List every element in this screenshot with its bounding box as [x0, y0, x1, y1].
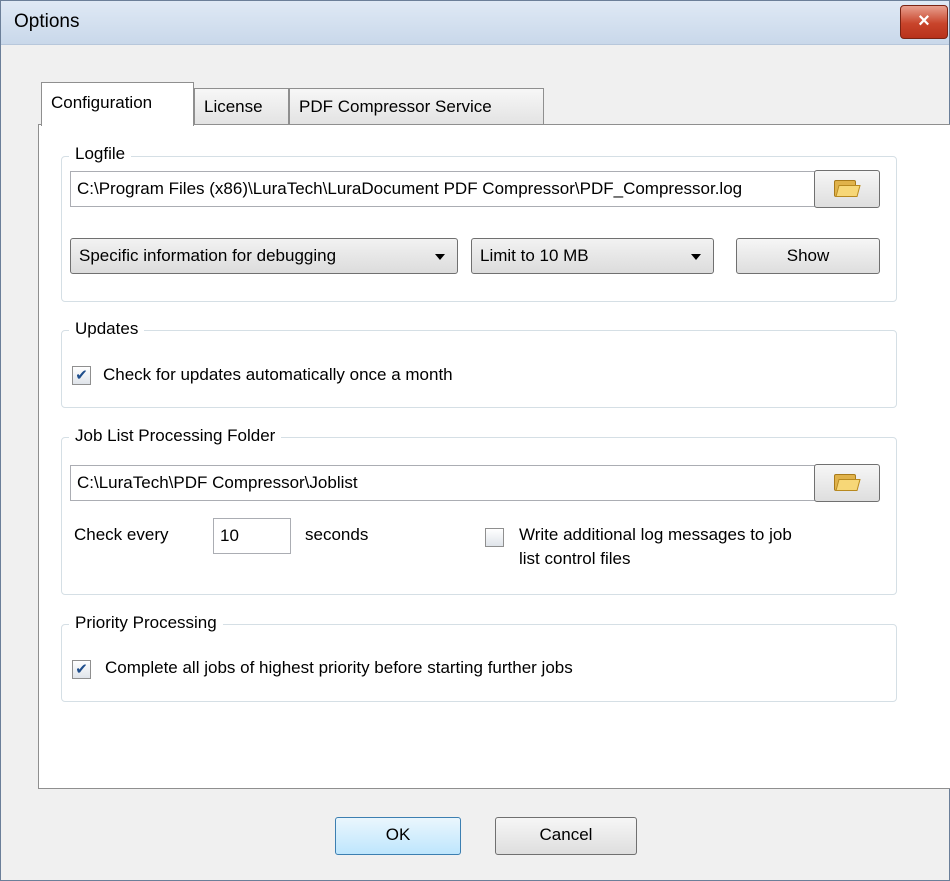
ok-button[interactable]: OK	[335, 817, 461, 855]
chevron-down-icon	[435, 254, 445, 260]
close-button[interactable]: ×	[900, 5, 948, 39]
log-level-value: Specific information for debugging	[79, 246, 337, 265]
close-icon: ×	[918, 10, 930, 32]
window-title: Options	[14, 11, 80, 32]
chevron-down-icon	[691, 254, 701, 260]
check-interval-value: 10	[220, 526, 239, 545]
logfile-browse-button[interactable]	[814, 170, 880, 208]
joblist-group	[61, 437, 897, 595]
cancel-label: Cancel	[539, 825, 593, 844]
log-size-limit-dropdown[interactable]: Limit to 10 MB	[471, 238, 714, 274]
joblist-browse-button[interactable]	[814, 464, 880, 502]
show-log-label: Show	[786, 246, 830, 265]
folder-open-icon	[834, 472, 861, 492]
priority-group-title: Priority Processing	[69, 613, 223, 633]
tab-label: License	[204, 97, 263, 116]
tab-configuration[interactable]: Configuration	[41, 82, 194, 126]
joblist-path-input[interactable]: C:\LuraTech\PDF Compressor\Joblist	[70, 465, 835, 501]
check-every-label: Check every	[74, 525, 169, 544]
write-log-messages-label-line2: list control files	[519, 549, 631, 568]
joblist-group-title: Job List Processing Folder	[69, 426, 282, 446]
auto-update-checkbox[interactable]: ✔	[72, 366, 91, 385]
cancel-button[interactable]: Cancel	[495, 817, 637, 855]
write-log-messages-label-line1: Write additional log messages to job	[519, 525, 792, 544]
tab-label: PDF Compressor Service	[299, 97, 492, 116]
priority-processing-label: Complete all jobs of highest priority be…	[105, 658, 573, 677]
log-size-limit-value: Limit to 10 MB	[480, 246, 589, 265]
auto-update-label: Check for updates automatically once a m…	[103, 365, 453, 384]
logfile-path-input[interactable]: C:\Program Files (x86)\LuraTech\LuraDocu…	[70, 171, 835, 207]
checkmark-icon: ✔	[75, 367, 88, 384]
configuration-panel: Logfile C:\Program Files (x86)\LuraTech\…	[38, 124, 950, 789]
write-log-messages-checkbox[interactable]	[485, 528, 504, 547]
priority-processing-checkbox[interactable]: ✔	[72, 660, 91, 679]
checkmark-icon: ✔	[75, 661, 88, 678]
log-level-dropdown[interactable]: Specific information for debugging	[70, 238, 458, 274]
ok-label: OK	[385, 825, 411, 844]
joblist-path-value: C:\LuraTech\PDF Compressor\Joblist	[77, 473, 358, 492]
updates-group-title: Updates	[69, 319, 145, 339]
tab-label: Configuration	[51, 93, 153, 112]
folder-open-icon	[834, 178, 861, 198]
title-bar: Options ×	[1, 1, 949, 45]
show-log-button[interactable]: Show	[736, 238, 880, 274]
logfile-group-title: Logfile	[69, 144, 132, 164]
seconds-label: seconds	[305, 525, 369, 544]
tab-pdf-compressor-service[interactable]: PDF Compressor Service	[289, 88, 544, 124]
options-dialog: Options × Configuration License PDF Comp…	[0, 0, 950, 881]
logfile-path-value: C:\Program Files (x86)\LuraTech\LuraDocu…	[77, 179, 743, 198]
check-interval-input[interactable]: 10	[213, 518, 291, 554]
tab-license[interactable]: License	[194, 88, 289, 124]
